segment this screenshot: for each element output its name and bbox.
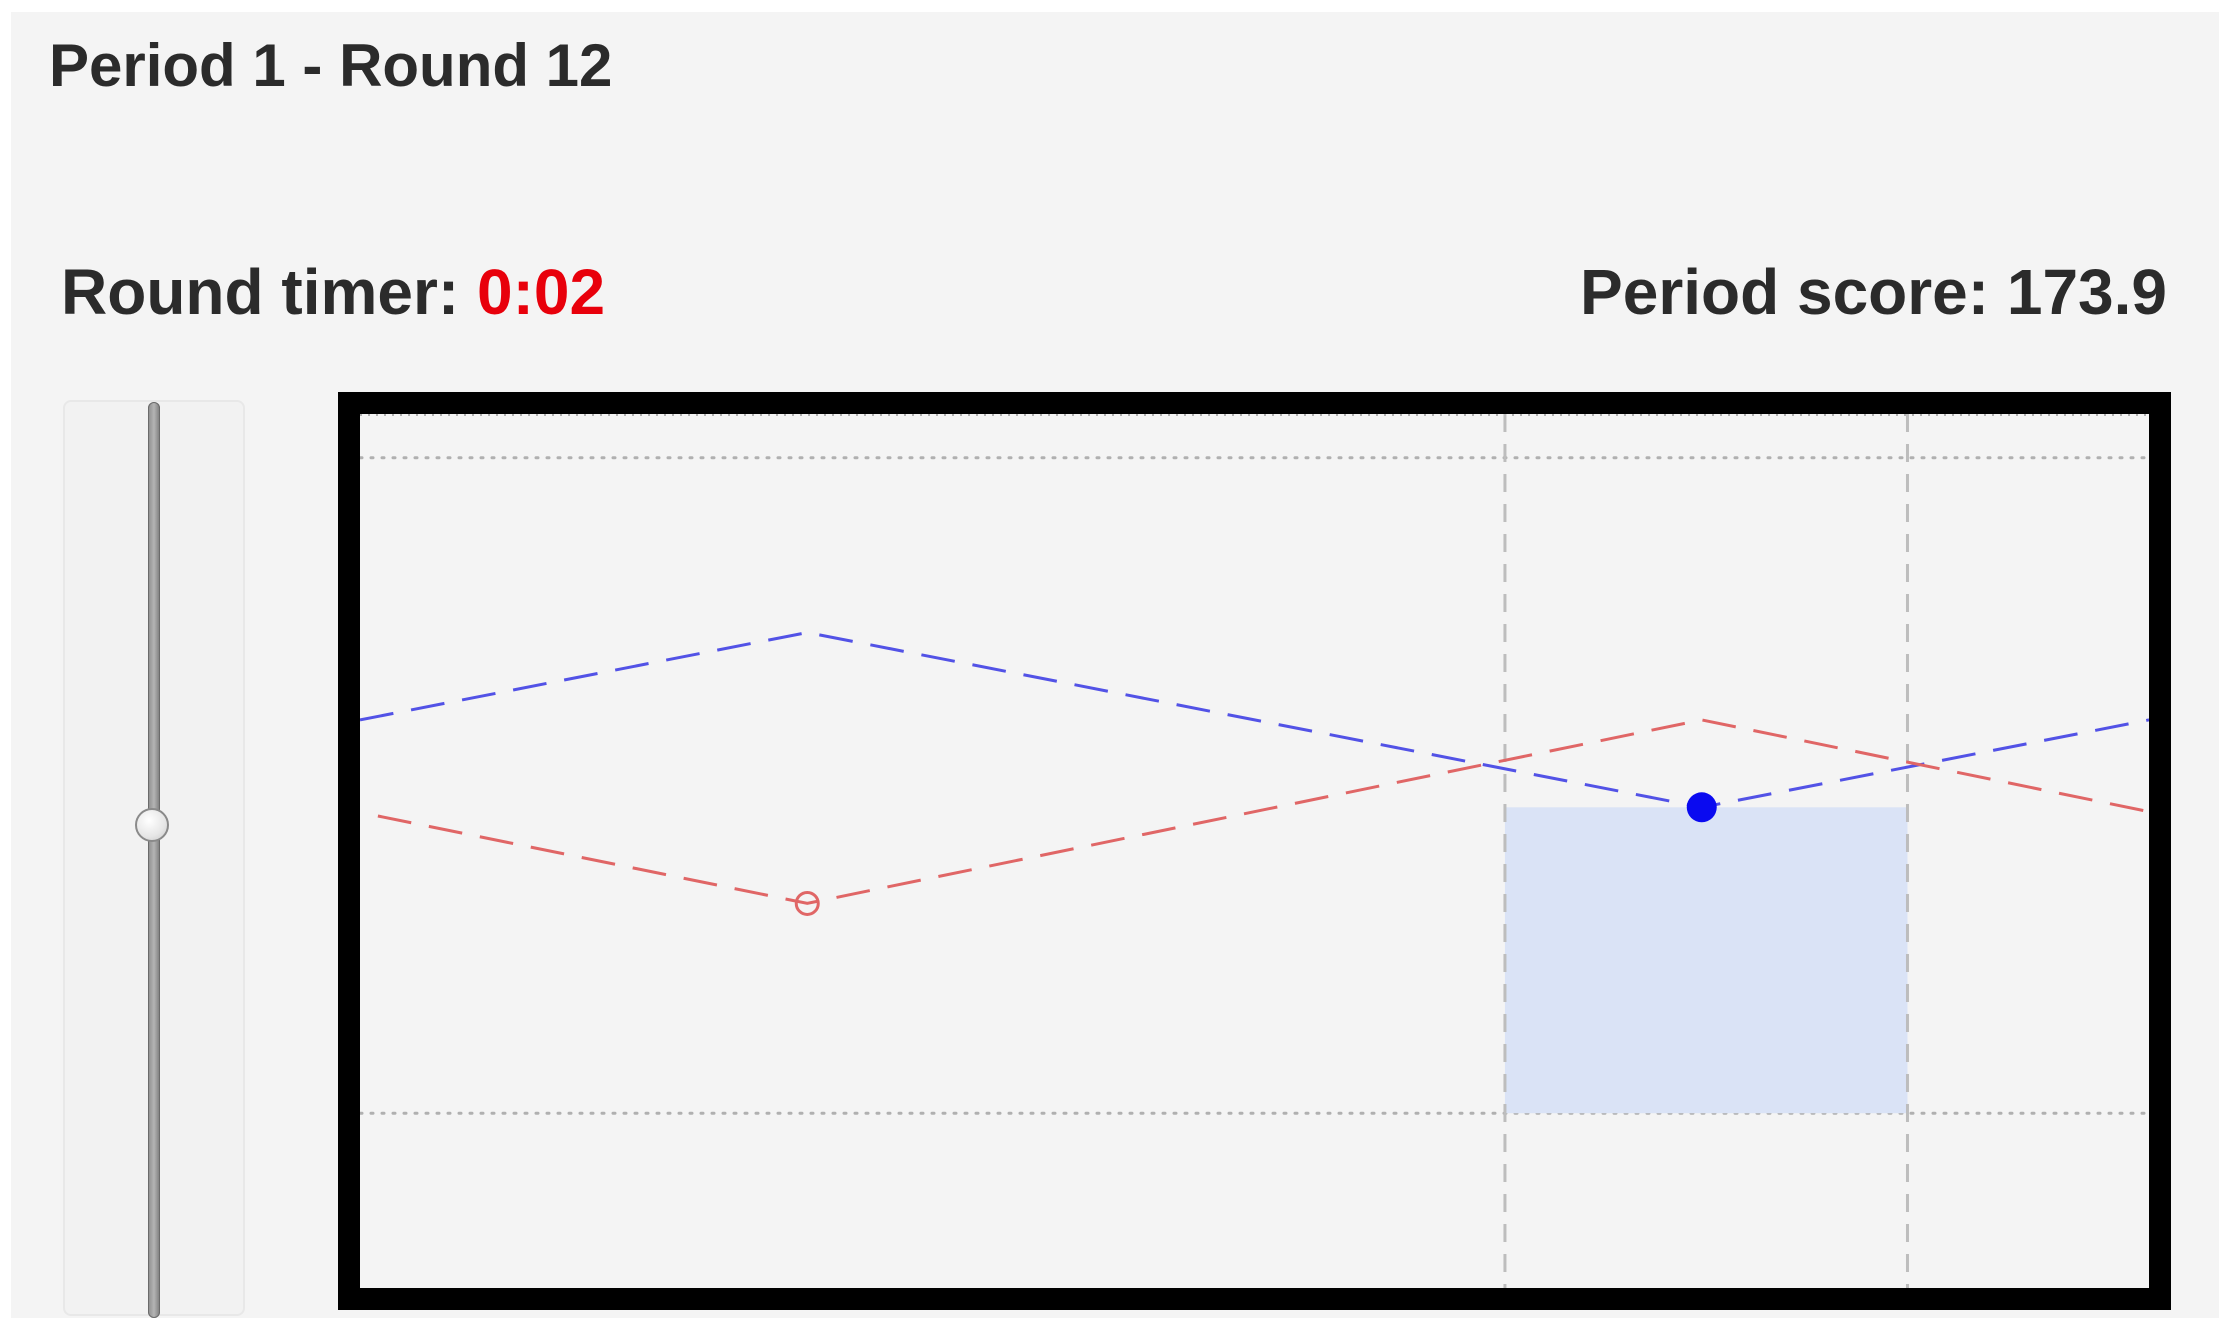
period-score: Period score: 173.9 — [1580, 252, 2167, 332]
period-score-value: 173.9 — [2006, 256, 2167, 328]
round-timer: Round timer: 0:02 — [61, 252, 605, 332]
plot-frame — [338, 392, 2171, 1310]
round-timer-label: Round timer: — [61, 256, 477, 328]
blue-series-point — [1686, 792, 1717, 823]
game-panel: Period 1 - Round 12 Round timer: 0:02 Pe… — [11, 12, 2219, 1318]
vertical-slider[interactable] — [63, 400, 245, 1318]
period-score-label: Period score: — [1580, 256, 2007, 328]
slider-track[interactable] — [148, 402, 160, 1318]
round-timer-value: 0:02 — [476, 256, 606, 328]
highlight-band — [1504, 807, 1908, 1114]
chart[interactable] — [360, 414, 2149, 1288]
page-title: Period 1 - Round 12 — [49, 32, 613, 99]
slider-thumb[interactable] — [135, 808, 169, 842]
